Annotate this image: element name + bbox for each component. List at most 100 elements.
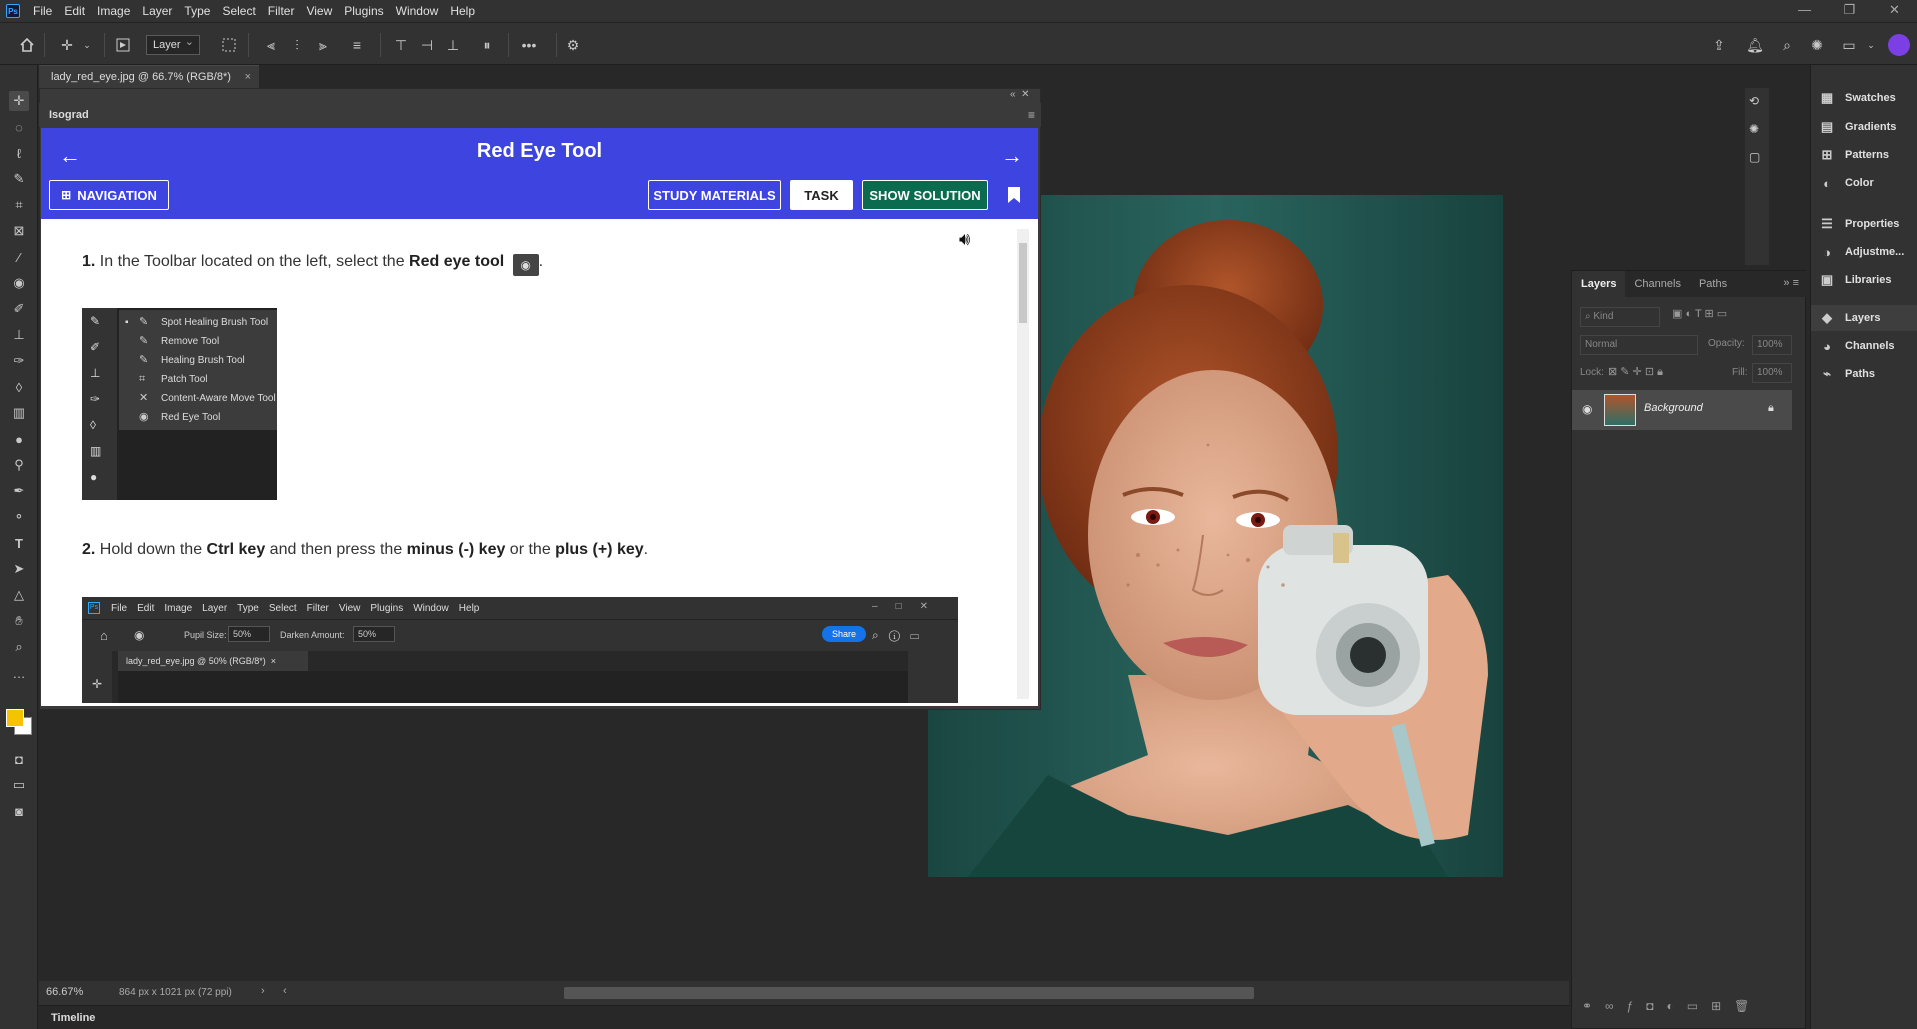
search-icon[interactable]: ⌕: [1778, 36, 1796, 54]
tab-paths[interactable]: Paths: [1690, 271, 1736, 297]
scrollbar[interactable]: [1017, 229, 1029, 699]
eye-icon[interactable]: ◉: [1582, 402, 1592, 416]
menu-type[interactable]: Type: [178, 0, 216, 22]
patterns-panel-item[interactable]: ⊞ Patterns: [1811, 142, 1917, 168]
opacity-value[interactable]: 100%: [1752, 335, 1792, 355]
share-icon[interactable]: ⇪: [1710, 36, 1728, 54]
path-select-tool-icon[interactable]: ➤: [9, 559, 29, 579]
bulb-icon[interactable]: ✺: [1808, 36, 1826, 54]
bell-icon[interactable]: 🔔︎: [1746, 36, 1764, 54]
more-options-icon[interactable]: •••: [520, 36, 538, 54]
tab-channels[interactable]: Channels: [1625, 271, 1689, 297]
distribute-vertical-icon[interactable]: ⏸: [478, 36, 496, 54]
brush-tool-icon[interactable]: ✐: [9, 299, 29, 319]
crop-tool-icon[interactable]: ⌗: [9, 195, 29, 215]
pen-tool-icon[interactable]: ✒: [9, 481, 29, 501]
arrow-right-icon[interactable]: →: [1001, 145, 1025, 170]
menu-window[interactable]: Window: [390, 0, 445, 22]
frame-tool-icon[interactable]: ⊠: [9, 221, 29, 241]
menu-edit[interactable]: Edit: [58, 0, 91, 22]
document-tab[interactable]: lady_red_eye.jpg @ 66.7% (RGB/8*) ×: [39, 65, 259, 88]
gear-icon[interactable]: ⚙: [564, 36, 582, 54]
quick-mask-icon[interactable]: ◘: [9, 749, 29, 769]
comments-icon[interactable]: ▢: [1749, 150, 1760, 164]
navigation-button[interactable]: ⊞ NAVIGATION: [49, 180, 169, 210]
layers-panel-item[interactable]: ◆ Layers: [1811, 305, 1917, 331]
move-tool-icon[interactable]: ✛: [9, 91, 29, 111]
align-left-icon[interactable]: ⫷: [262, 36, 280, 54]
task-button[interactable]: TASK: [790, 180, 853, 210]
menu-select[interactable]: Select: [216, 0, 261, 22]
menu-plugins[interactable]: Plugins: [338, 0, 389, 22]
fill-value[interactable]: 100%: [1752, 363, 1792, 383]
workspace-icon[interactable]: ▭: [1840, 36, 1858, 54]
marquee-tool-icon[interactable]: ◌: [9, 117, 29, 137]
red-eye-tool-icon[interactable]: ◉: [9, 273, 29, 293]
show-solution-button[interactable]: SHOW SOLUTION: [862, 180, 988, 210]
auto-select-icon[interactable]: [114, 36, 132, 54]
align-right-icon[interactable]: ⫸: [314, 36, 332, 54]
close-window-button[interactable]: ✕: [1872, 0, 1917, 22]
eraser-tool-icon[interactable]: ◊: [9, 377, 29, 397]
menu-help[interactable]: Help: [444, 0, 481, 22]
type-tool-icon[interactable]: T: [9, 533, 29, 553]
align-top-icon[interactable]: ⊤: [392, 36, 410, 54]
study-materials-button[interactable]: STUDY MATERIALS: [648, 180, 781, 210]
lock-icons[interactable]: ⊠ ✎ ✛ ⊡ 🔒︎: [1608, 365, 1663, 385]
foreground-color-swatch[interactable]: [6, 709, 24, 727]
align-bottom-icon[interactable]: ⊥: [444, 36, 462, 54]
bookmark-icon[interactable]: [1007, 186, 1023, 206]
move-tool-icon[interactable]: ✛: [58, 36, 76, 54]
lasso-tool-icon[interactable]: ℓ: [9, 143, 29, 163]
swatches-panel-item[interactable]: ▦ Swatches: [1811, 85, 1917, 111]
timeline-tab[interactable]: Timeline: [51, 1012, 95, 1024]
align-middle-icon[interactable]: ⊣: [418, 36, 436, 54]
auto-select-target-dropdown[interactable]: Layer: [146, 33, 200, 55]
close-icon[interactable]: ×: [245, 66, 251, 89]
history-panel-icon[interactable]: ⟲: [1749, 94, 1759, 108]
chevron-left-icon[interactable]: ‹: [283, 985, 287, 997]
menu-filter[interactable]: Filter: [262, 0, 301, 22]
avatar[interactable]: [1888, 34, 1910, 56]
minimize-button[interactable]: —: [1782, 0, 1827, 22]
chevron-down-icon[interactable]: ⌄: [78, 36, 96, 54]
layer-filter-kind[interactable]: ⌕ Kind: [1580, 307, 1660, 327]
tab-layers[interactable]: Layers: [1572, 271, 1626, 297]
zoom-tool-icon[interactable]: ⌕: [9, 637, 29, 657]
libraries-panel-item[interactable]: ▣ Libraries: [1811, 267, 1917, 293]
stamp-tool-icon[interactable]: ⊥: [9, 325, 29, 345]
gradients-panel-item[interactable]: ▤ Gradients: [1811, 114, 1917, 140]
chevron-right-icon[interactable]: ›: [261, 985, 265, 997]
pen-tool-alt-icon[interactable]: ⚬: [9, 507, 29, 527]
gradient-tool-icon[interactable]: ▥: [9, 403, 29, 423]
history-brush-icon[interactable]: ✑: [9, 351, 29, 371]
color-panel-item[interactable]: ◐ Color: [1811, 170, 1917, 196]
channels-panel-item[interactable]: ◕ Channels: [1811, 333, 1917, 359]
chevron-down-icon[interactable]: ⌄: [1862, 36, 1880, 54]
blur-tool-icon[interactable]: ●: [9, 429, 29, 449]
shape-tool-icon[interactable]: △: [9, 585, 29, 605]
speaker-icon[interactable]: 🔊︎: [959, 229, 981, 251]
paths-panel-item[interactable]: ⌁ Paths: [1811, 361, 1917, 387]
home-icon[interactable]: [18, 36, 36, 54]
menu-file[interactable]: File: [27, 0, 58, 22]
menu-layer[interactable]: Layer: [136, 0, 178, 22]
panel-collapse-icon[interactable]: « ✕: [1010, 88, 1040, 102]
layer-row[interactable]: ◉ Background 🔒︎: [1572, 390, 1792, 430]
screen-mode-icon[interactable]: ▭: [9, 775, 29, 795]
quick-select-tool-icon[interactable]: ✎: [9, 169, 29, 189]
panel-menu-icon[interactable]: » ≡: [1783, 277, 1799, 289]
brush-settings-icon[interactable]: ✺: [1749, 122, 1759, 136]
zoom-level[interactable]: 66.67%: [46, 986, 83, 998]
camera-icon[interactable]: ◙: [9, 801, 29, 821]
transform-controls-icon[interactable]: [220, 36, 238, 54]
align-center-icon[interactable]: ⫶: [288, 36, 306, 54]
restore-button[interactable]: ❐: [1827, 0, 1872, 22]
panel-menu-icon[interactable]: ≡: [1028, 108, 1035, 122]
horizontal-scrollbar[interactable]: [564, 987, 1254, 999]
more-tools-icon[interactable]: …: [9, 663, 29, 683]
menu-view[interactable]: View: [300, 0, 338, 22]
adjustments-panel-item[interactable]: ◑ Adjustme...: [1811, 239, 1917, 265]
hand-tool-icon[interactable]: ✋︎: [9, 611, 29, 631]
eyedropper-tool-icon[interactable]: ⁄: [9, 247, 29, 267]
